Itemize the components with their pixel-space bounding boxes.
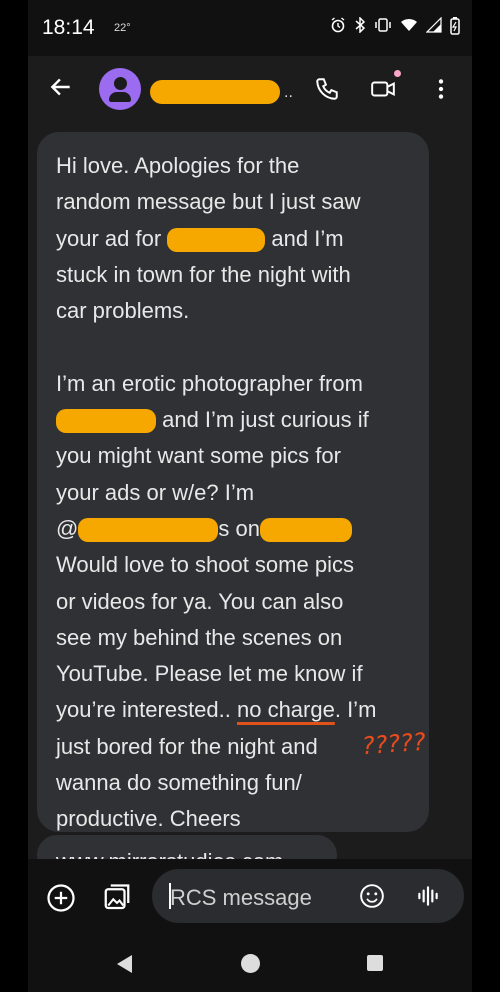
battery-icon bbox=[450, 17, 460, 35]
message-line: Would love to shoot some pics bbox=[56, 552, 354, 578]
message-line: you’re interested.. no charge. I’m bbox=[56, 697, 377, 723]
nav-back-icon[interactable] bbox=[117, 955, 132, 973]
message-line: stuck in town for the night with bbox=[56, 261, 351, 287]
message-line: wanna do something fun/ bbox=[56, 770, 302, 796]
status-bar: 18:14 22° bbox=[28, 0, 472, 56]
message-line: see my behind the scenes on bbox=[56, 624, 343, 650]
phone-icon[interactable] bbox=[314, 76, 340, 102]
nav-home-icon[interactable] bbox=[241, 954, 260, 973]
signal-icon bbox=[426, 17, 442, 33]
partial-url-text: www.mirrorstudios.com bbox=[56, 849, 283, 859]
message-line bbox=[56, 329, 416, 365]
message-line: YouTube. Please let me know if bbox=[56, 661, 363, 687]
nav-recents-icon[interactable] bbox=[367, 955, 383, 971]
text-cursor bbox=[169, 883, 171, 909]
gallery-icon[interactable] bbox=[102, 883, 132, 913]
redaction-mark bbox=[255, 516, 356, 545]
wifi-icon bbox=[401, 18, 417, 31]
add-circle-icon[interactable] bbox=[46, 883, 76, 913]
message-input-placeholder: RCS message bbox=[170, 885, 312, 910]
video-call-icon[interactable] bbox=[370, 76, 396, 102]
message-line: random message but I just saw bbox=[56, 189, 361, 215]
voice-icon[interactable] bbox=[415, 883, 441, 909]
message-line: productive. Cheers bbox=[56, 806, 241, 832]
message-bubble-partial[interactable]: www.mirrorstudios.com bbox=[37, 835, 337, 859]
redaction-mark bbox=[52, 407, 160, 436]
message-line: and I’m just curious if bbox=[52, 402, 416, 438]
message-line: your ads or w/e? I’m bbox=[56, 479, 255, 505]
status-temperature: 22° bbox=[114, 22, 131, 34]
status-time: 18:14 bbox=[42, 16, 95, 39]
underlined-no-charge: no charge bbox=[236, 697, 335, 723]
message-line: car problems. bbox=[56, 298, 190, 324]
message-line: Hi love. Apologies for the bbox=[56, 153, 300, 178]
message-line: or videos for ya. You can also bbox=[56, 588, 344, 614]
message-line: I’m an erotic photographer from bbox=[56, 370, 363, 396]
message-bubble[interactable]: Hi love. Apologies for the random messag… bbox=[37, 132, 429, 832]
message-line: @ s on bbox=[56, 511, 416, 547]
redaction-mark bbox=[163, 225, 270, 254]
contact-name-redacted bbox=[150, 80, 280, 104]
bluetooth-icon bbox=[355, 17, 366, 33]
alarm-icon bbox=[331, 17, 345, 33]
message-input[interactable]: RCS message bbox=[152, 869, 464, 923]
compose-bar: RCS message bbox=[28, 859, 472, 935]
emoji-icon[interactable] bbox=[359, 883, 385, 909]
system-nav-bar bbox=[28, 935, 472, 992]
status-icons bbox=[330, 17, 460, 35]
message-line: you might want some pics for bbox=[56, 443, 341, 469]
handwritten-annotation: ????? bbox=[361, 727, 427, 761]
arrow-left-icon[interactable] bbox=[48, 74, 74, 100]
message-list[interactable]: Hi love. Apologies for the random messag… bbox=[28, 124, 472, 859]
conversation-header: .. bbox=[28, 56, 472, 124]
more-vert-icon[interactable] bbox=[428, 76, 454, 102]
message-line: your ad for and I’m bbox=[56, 225, 344, 254]
contact-name-ellipsis: .. bbox=[284, 84, 293, 101]
avatar[interactable] bbox=[99, 68, 141, 110]
video-badge-dot bbox=[394, 70, 401, 77]
vibrate-icon bbox=[375, 18, 391, 32]
redaction-mark bbox=[78, 518, 219, 543]
